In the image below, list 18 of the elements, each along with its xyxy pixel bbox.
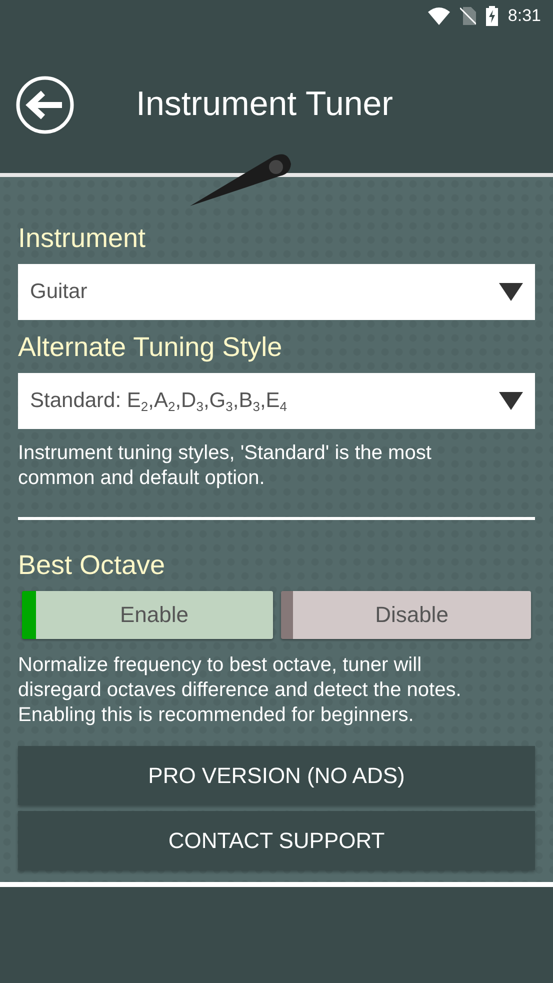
section-label: Alternate Tuning Style xyxy=(18,332,284,363)
action-button[interactable]: PRO VERSION (NO ADS) xyxy=(18,746,535,805)
no-sim-icon xyxy=(460,7,476,25)
section-label: Instrument xyxy=(18,223,147,254)
status-time: 8:31 xyxy=(508,6,541,26)
dropdown-arrow-icon xyxy=(499,391,523,411)
help-text: Instrument tuning styles, 'Standard' is the most common and default option. xyxy=(18,441,432,491)
app-title: Instrument Tuner xyxy=(136,85,394,124)
battery-charging-icon xyxy=(486,6,498,26)
section-label: Best Octave xyxy=(18,550,166,581)
wifi-icon xyxy=(428,7,450,25)
toggle-button[interactable]: Disable xyxy=(280,591,531,639)
dropdown-field[interactable]: Standard: E$_{2}$,A$_{2}$,D$_{3}$,G$_{3}$,B$_{3}$,E$_{4}$ xyxy=(18,373,535,429)
dropdown-arrow-icon xyxy=(499,282,523,302)
help-text: Normalize frequency to best octave, tuner will disregard octaves difference and detect the notes. Enabling this is recommended for beginners. xyxy=(18,653,462,728)
toggle-button[interactable]: Enable xyxy=(22,591,272,639)
dropdown-field[interactable]: Guitar xyxy=(18,264,535,320)
action-button[interactable]: CONTACT SUPPORT xyxy=(18,811,535,870)
